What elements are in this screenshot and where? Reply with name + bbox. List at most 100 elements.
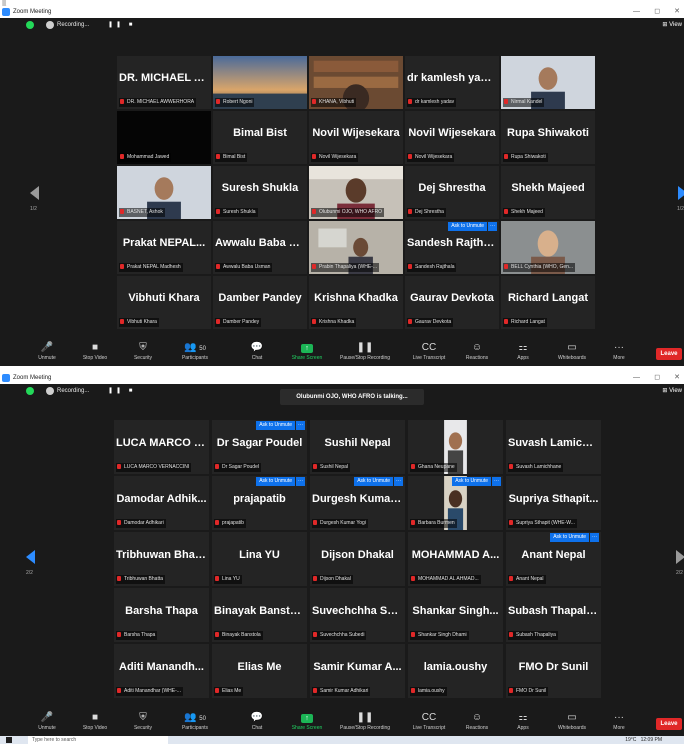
minimize-icon[interactable]: — (633, 7, 640, 17)
participant-tile[interactable]: Dr Sagar Poudel Dr Sagar Poudel Ask to Unm… (212, 420, 307, 474)
participant-tile[interactable]: Sandesh Rajthala Sandesh Rajthala Ask to U… (405, 221, 499, 274)
participant-tile[interactable]: Sushil Nepal Sushil Nepal (310, 420, 405, 474)
participant-tile[interactable]: Subash Thapaliya Subash Thapaliya (506, 588, 601, 642)
unmute-button[interactable]: 🎤 Unmute (22, 342, 72, 362)
participant-tile[interactable]: MOHAMMAD A... MOHAMMAD AL AHMAD... (408, 532, 503, 586)
participant-tile[interactable]: dr kamlesh yadav dr kamlesh yadav (405, 56, 499, 109)
more-button[interactable]: ··· More (594, 712, 644, 732)
participant-tile[interactable]: prajapatib prajapatib Ask to Unmute ··· (212, 476, 307, 530)
participant-tile[interactable]: BASNET, Ashok (117, 166, 211, 219)
participant-tile[interactable]: Barbara Burmen Ask to Unmute ··· (408, 476, 503, 530)
reactions-button[interactable]: ☺ Reactions (452, 712, 502, 732)
participant-tile[interactable]: Prabin Thapaliya (WHE-... (309, 221, 403, 274)
next-page-arrow-icon[interactable] (678, 186, 684, 200)
taskbar-search-input[interactable]: Type here to search (28, 736, 168, 744)
participant-tile[interactable]: Novil Wijesekara Novil Wijesekara (405, 111, 499, 164)
prev-page-arrow-icon[interactable] (26, 550, 35, 564)
ask-to-unmute-button[interactable]: Ask to Unmute (354, 477, 393, 486)
participant-tile[interactable]: Olubunmi OJO, WHO AFRO (309, 166, 403, 219)
participant-tile[interactable]: Tribhuwan Bhatta Tribhuwan Bhatta (114, 532, 209, 586)
participant-tile[interactable]: Damodar Adhik... Damodar Adhikari (114, 476, 209, 530)
recording-pause-stop-controls[interactable]: ❚❚ ■ (108, 20, 135, 30)
participant-tile[interactable]: lamia.oushy lamia.oushy (408, 644, 503, 698)
participant-tile[interactable]: Suresh Shukla Suresh Shukla (213, 166, 307, 219)
ask-to-unmute-button[interactable]: Ask to Unmute (448, 222, 487, 231)
participant-tile[interactable]: Shankar Singh... Shankar Singh Dhami (408, 588, 503, 642)
maximize-icon[interactable]: ◻ (654, 7, 660, 17)
unmute-button[interactable]: 🎤 Unmute (22, 712, 72, 732)
participant-tile[interactable]: FMO Dr Sunil FMO Dr Sunil (506, 644, 601, 698)
tile-more-options-icon[interactable]: ··· (394, 477, 403, 486)
view-button[interactable]: ⊞ View (662, 20, 682, 30)
live-transcript-button[interactable]: CC Live Transcript (404, 342, 454, 362)
participant-tile[interactable]: DR. MICHAEL A... DR. MICHAEL AWWERHORA (117, 56, 211, 109)
participant-tile[interactable]: Anant Nepal Anant Nepal Ask to Unmute ··· (506, 532, 601, 586)
participant-tile[interactable]: Samir Kumar A... Samir Kumar Adhikari (310, 644, 405, 698)
tile-more-options-icon[interactable]: ··· (296, 477, 305, 486)
close-icon[interactable]: ✕ (674, 373, 680, 383)
participant-tile[interactable]: Damber Pandey Damber Pandey (213, 276, 307, 329)
participant-tile[interactable]: BELL Cynthia (WHO, Gen... (501, 221, 595, 274)
pause-stop-recording-button[interactable]: ❚❚ Pause/Stop Recording (340, 712, 390, 732)
apps-button[interactable]: ⚏ Apps (498, 712, 548, 732)
ask-to-unmute-button[interactable]: Ask to Unmute (256, 421, 295, 430)
participant-tile[interactable]: Shekh Majeed Shekh Majeed (501, 166, 595, 219)
participant-tile[interactable]: Durgesh Kumar... Durgesh Kumar Yogi Ask to… (310, 476, 405, 530)
participant-tile[interactable]: Robert Ngoni (213, 56, 307, 109)
chat-button[interactable]: 💬 Chat (232, 342, 282, 362)
chat-button[interactable]: 💬 Chat (232, 712, 282, 732)
tile-more-options-icon[interactable]: ··· (590, 533, 599, 542)
security-shield-icon[interactable] (26, 387, 34, 395)
participant-tile[interactable]: Aditi Manandh... Aditi Manandhar (WHE-... (114, 644, 209, 698)
participant-tile[interactable]: Suvash Lamichh... Suvash Lamichhane (506, 420, 601, 474)
reactions-button[interactable]: ☺ Reactions (452, 342, 502, 362)
participant-tile[interactable]: Binayak Banstola Binayak Banstola (212, 588, 307, 642)
recording-pause-stop-controls[interactable]: ❚❚ ■ (108, 386, 135, 396)
participant-tile[interactable]: Ghana Neupane (408, 420, 503, 474)
participant-tile[interactable]: Lina YU Lina YU (212, 532, 307, 586)
tile-more-options-icon[interactable]: ··· (488, 222, 497, 231)
stop-video-button[interactable]: ■ Stop Video (70, 342, 120, 362)
participant-tile[interactable]: Elias Me Elias Me (212, 644, 307, 698)
participant-tile[interactable]: Richard Langat Richard Langat (501, 276, 595, 329)
stop-video-button[interactable]: ■ Stop Video (70, 712, 120, 732)
ask-to-unmute-button[interactable]: Ask to Unmute (550, 533, 589, 542)
participant-tile[interactable]: Novil Wijesekara Novil Wijesekara (309, 111, 403, 164)
participant-tile[interactable]: Dijson Dhakal Dijson Dhakal (310, 532, 405, 586)
close-icon[interactable]: ✕ (674, 7, 680, 17)
participant-tile[interactable]: Nirmal Kandel (501, 56, 595, 109)
participant-tile[interactable]: KHANA, Vibhuti (309, 56, 403, 109)
leave-button[interactable]: Leave (656, 718, 682, 730)
security-button[interactable]: ⛨ Security (118, 342, 168, 362)
share-screen-button[interactable]: ↑ Share Screen (282, 712, 332, 732)
security-shield-icon[interactable] (26, 21, 34, 29)
whiteboards-button[interactable]: ▭ Whiteboards (547, 342, 597, 362)
participant-tile[interactable]: Awwalu Baba U... Awwalu Baba Usman (213, 221, 307, 274)
start-button-icon[interactable] (6, 737, 12, 743)
view-button[interactable]: ⊞ View (662, 386, 682, 396)
participant-tile[interactable]: LUCA MARCO V... LUCA MARCO VERNACCINI (114, 420, 209, 474)
tile-more-options-icon[interactable]: ··· (296, 421, 305, 430)
live-transcript-button[interactable]: CC Live Transcript (404, 712, 454, 732)
prev-page-arrow-icon[interactable] (30, 186, 39, 200)
participants-button[interactable]: 👥 50 Participants (170, 712, 220, 732)
participant-tile[interactable]: Suvechchha Su... Suvechchha Subedi (310, 588, 405, 642)
participant-tile[interactable]: Krishna Khadka Krishna Khadka (309, 276, 403, 329)
more-button[interactable]: ··· More (594, 342, 644, 362)
participants-button[interactable]: 👥 50 Participants (170, 342, 220, 362)
participant-tile[interactable]: Vibhuti Khara Vibhuti Khara (117, 276, 211, 329)
participant-tile[interactable]: Mohammad Jawed (117, 111, 211, 164)
participant-tile[interactable]: Dej Shrestha Dej Shrestha (405, 166, 499, 219)
next-page-arrow-icon[interactable] (676, 550, 684, 564)
participant-tile[interactable]: Bimal Bist Bimal Bist (213, 111, 307, 164)
tile-more-options-icon[interactable]: ··· (492, 477, 501, 486)
participant-tile[interactable]: Barsha Thapa Barsha Thapa (114, 588, 209, 642)
participant-tile[interactable]: Prakat NEPAL... Prakat NEPAL Madhesh (117, 221, 211, 274)
participant-tile[interactable]: Supriya Sthapit... Supriya Sthapit (WHE-W… (506, 476, 601, 530)
whiteboards-button[interactable]: ▭ Whiteboards (547, 712, 597, 732)
ask-to-unmute-button[interactable]: Ask to Unmute (452, 477, 491, 486)
participant-tile[interactable]: Gaurav Devkota Gaurav Devkota (405, 276, 499, 329)
participant-tile[interactable]: Rupa Shiwakoti Rupa Shiwakoti (501, 111, 595, 164)
leave-button[interactable]: Leave (656, 348, 682, 360)
apps-button[interactable]: ⚏ Apps (498, 342, 548, 362)
